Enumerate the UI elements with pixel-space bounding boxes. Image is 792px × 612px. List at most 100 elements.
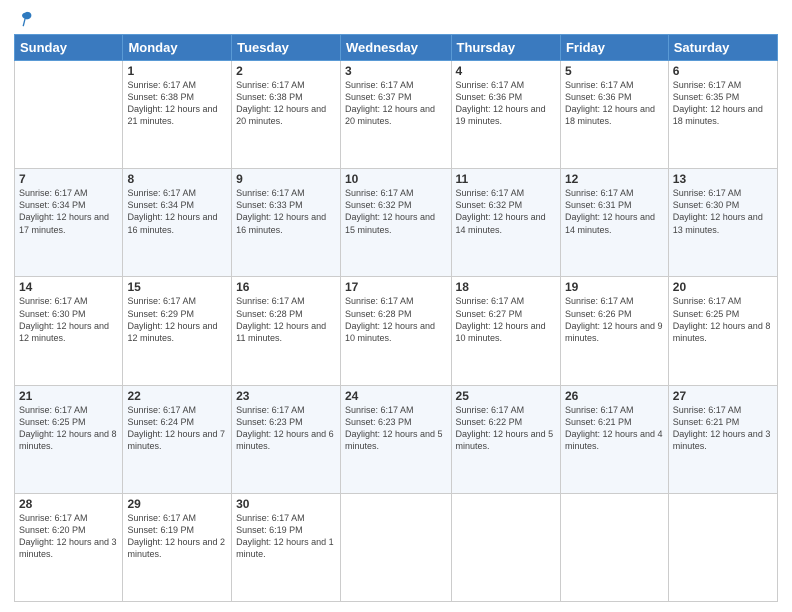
calendar-week-row: 21Sunrise: 6:17 AMSunset: 6:25 PMDayligh… (15, 385, 778, 493)
day-number: 9 (236, 172, 336, 186)
day-number: 6 (673, 64, 773, 78)
day-info: Sunrise: 6:17 AMSunset: 6:38 PMDaylight:… (236, 79, 336, 128)
calendar-cell: 13Sunrise: 6:17 AMSunset: 6:30 PMDayligh… (668, 169, 777, 277)
calendar-cell (560, 493, 668, 601)
calendar-cell: 24Sunrise: 6:17 AMSunset: 6:23 PMDayligh… (341, 385, 452, 493)
calendar-cell: 11Sunrise: 6:17 AMSunset: 6:32 PMDayligh… (451, 169, 560, 277)
day-header-tuesday: Tuesday (232, 35, 341, 61)
day-number: 20 (673, 280, 773, 294)
calendar-cell: 22Sunrise: 6:17 AMSunset: 6:24 PMDayligh… (123, 385, 232, 493)
calendar-cell: 10Sunrise: 6:17 AMSunset: 6:32 PMDayligh… (341, 169, 452, 277)
day-number: 1 (127, 64, 227, 78)
calendar-week-row: 14Sunrise: 6:17 AMSunset: 6:30 PMDayligh… (15, 277, 778, 385)
calendar-cell: 4Sunrise: 6:17 AMSunset: 6:36 PMDaylight… (451, 61, 560, 169)
day-number: 24 (345, 389, 447, 403)
calendar-header-row: SundayMondayTuesdayWednesdayThursdayFrid… (15, 35, 778, 61)
header (14, 10, 778, 28)
day-number: 23 (236, 389, 336, 403)
day-number: 2 (236, 64, 336, 78)
calendar-cell: 19Sunrise: 6:17 AMSunset: 6:26 PMDayligh… (560, 277, 668, 385)
day-info: Sunrise: 6:17 AMSunset: 6:27 PMDaylight:… (456, 295, 556, 344)
calendar-cell: 26Sunrise: 6:17 AMSunset: 6:21 PMDayligh… (560, 385, 668, 493)
day-number: 22 (127, 389, 227, 403)
day-info: Sunrise: 6:17 AMSunset: 6:36 PMDaylight:… (565, 79, 664, 128)
calendar-cell: 1Sunrise: 6:17 AMSunset: 6:38 PMDaylight… (123, 61, 232, 169)
day-info: Sunrise: 6:17 AMSunset: 6:19 PMDaylight:… (236, 512, 336, 561)
day-info: Sunrise: 6:17 AMSunset: 6:21 PMDaylight:… (565, 404, 664, 453)
day-number: 14 (19, 280, 118, 294)
day-info: Sunrise: 6:17 AMSunset: 6:30 PMDaylight:… (673, 187, 773, 236)
day-info: Sunrise: 6:17 AMSunset: 6:34 PMDaylight:… (127, 187, 227, 236)
day-number: 25 (456, 389, 556, 403)
day-number: 7 (19, 172, 118, 186)
day-info: Sunrise: 6:17 AMSunset: 6:31 PMDaylight:… (565, 187, 664, 236)
day-header-monday: Monday (123, 35, 232, 61)
calendar-cell (341, 493, 452, 601)
day-info: Sunrise: 6:17 AMSunset: 6:23 PMDaylight:… (236, 404, 336, 453)
day-info: Sunrise: 6:17 AMSunset: 6:23 PMDaylight:… (345, 404, 447, 453)
calendar-cell: 17Sunrise: 6:17 AMSunset: 6:28 PMDayligh… (341, 277, 452, 385)
day-number: 4 (456, 64, 556, 78)
day-info: Sunrise: 6:17 AMSunset: 6:33 PMDaylight:… (236, 187, 336, 236)
day-number: 5 (565, 64, 664, 78)
calendar-cell: 7Sunrise: 6:17 AMSunset: 6:34 PMDaylight… (15, 169, 123, 277)
calendar-cell (451, 493, 560, 601)
page: SundayMondayTuesdayWednesdayThursdayFrid… (0, 0, 792, 612)
calendar: SundayMondayTuesdayWednesdayThursdayFrid… (14, 34, 778, 602)
day-info: Sunrise: 6:17 AMSunset: 6:30 PMDaylight:… (19, 295, 118, 344)
day-info: Sunrise: 6:17 AMSunset: 6:22 PMDaylight:… (456, 404, 556, 453)
day-number: 16 (236, 280, 336, 294)
day-header-friday: Friday (560, 35, 668, 61)
calendar-cell: 14Sunrise: 6:17 AMSunset: 6:30 PMDayligh… (15, 277, 123, 385)
logo-bird-icon (16, 10, 34, 28)
calendar-cell: 25Sunrise: 6:17 AMSunset: 6:22 PMDayligh… (451, 385, 560, 493)
day-info: Sunrise: 6:17 AMSunset: 6:28 PMDaylight:… (345, 295, 447, 344)
day-info: Sunrise: 6:17 AMSunset: 6:35 PMDaylight:… (673, 79, 773, 128)
day-info: Sunrise: 6:17 AMSunset: 6:25 PMDaylight:… (19, 404, 118, 453)
calendar-cell: 23Sunrise: 6:17 AMSunset: 6:23 PMDayligh… (232, 385, 341, 493)
day-info: Sunrise: 6:17 AMSunset: 6:32 PMDaylight:… (456, 187, 556, 236)
day-info: Sunrise: 6:17 AMSunset: 6:36 PMDaylight:… (456, 79, 556, 128)
day-info: Sunrise: 6:17 AMSunset: 6:25 PMDaylight:… (673, 295, 773, 344)
calendar-cell: 12Sunrise: 6:17 AMSunset: 6:31 PMDayligh… (560, 169, 668, 277)
day-number: 15 (127, 280, 227, 294)
calendar-cell: 6Sunrise: 6:17 AMSunset: 6:35 PMDaylight… (668, 61, 777, 169)
day-number: 17 (345, 280, 447, 294)
calendar-cell: 29Sunrise: 6:17 AMSunset: 6:19 PMDayligh… (123, 493, 232, 601)
calendar-cell: 18Sunrise: 6:17 AMSunset: 6:27 PMDayligh… (451, 277, 560, 385)
calendar-cell (668, 493, 777, 601)
day-number: 27 (673, 389, 773, 403)
calendar-week-row: 28Sunrise: 6:17 AMSunset: 6:20 PMDayligh… (15, 493, 778, 601)
day-info: Sunrise: 6:17 AMSunset: 6:28 PMDaylight:… (236, 295, 336, 344)
day-number: 29 (127, 497, 227, 511)
calendar-cell: 16Sunrise: 6:17 AMSunset: 6:28 PMDayligh… (232, 277, 341, 385)
calendar-cell: 20Sunrise: 6:17 AMSunset: 6:25 PMDayligh… (668, 277, 777, 385)
calendar-cell (15, 61, 123, 169)
day-number: 18 (456, 280, 556, 294)
calendar-cell: 2Sunrise: 6:17 AMSunset: 6:38 PMDaylight… (232, 61, 341, 169)
day-header-saturday: Saturday (668, 35, 777, 61)
calendar-week-row: 1Sunrise: 6:17 AMSunset: 6:38 PMDaylight… (15, 61, 778, 169)
day-number: 19 (565, 280, 664, 294)
day-number: 8 (127, 172, 227, 186)
calendar-cell: 27Sunrise: 6:17 AMSunset: 6:21 PMDayligh… (668, 385, 777, 493)
calendar-cell: 15Sunrise: 6:17 AMSunset: 6:29 PMDayligh… (123, 277, 232, 385)
calendar-cell: 5Sunrise: 6:17 AMSunset: 6:36 PMDaylight… (560, 61, 668, 169)
day-number: 10 (345, 172, 447, 186)
day-header-thursday: Thursday (451, 35, 560, 61)
calendar-cell: 9Sunrise: 6:17 AMSunset: 6:33 PMDaylight… (232, 169, 341, 277)
day-info: Sunrise: 6:17 AMSunset: 6:21 PMDaylight:… (673, 404, 773, 453)
day-info: Sunrise: 6:17 AMSunset: 6:32 PMDaylight:… (345, 187, 447, 236)
day-number: 30 (236, 497, 336, 511)
calendar-cell: 21Sunrise: 6:17 AMSunset: 6:25 PMDayligh… (15, 385, 123, 493)
day-info: Sunrise: 6:17 AMSunset: 6:37 PMDaylight:… (345, 79, 447, 128)
day-number: 28 (19, 497, 118, 511)
day-number: 26 (565, 389, 664, 403)
calendar-cell: 30Sunrise: 6:17 AMSunset: 6:19 PMDayligh… (232, 493, 341, 601)
day-number: 12 (565, 172, 664, 186)
day-header-sunday: Sunday (15, 35, 123, 61)
day-info: Sunrise: 6:17 AMSunset: 6:34 PMDaylight:… (19, 187, 118, 236)
day-number: 3 (345, 64, 447, 78)
day-info: Sunrise: 6:17 AMSunset: 6:38 PMDaylight:… (127, 79, 227, 128)
day-number: 21 (19, 389, 118, 403)
